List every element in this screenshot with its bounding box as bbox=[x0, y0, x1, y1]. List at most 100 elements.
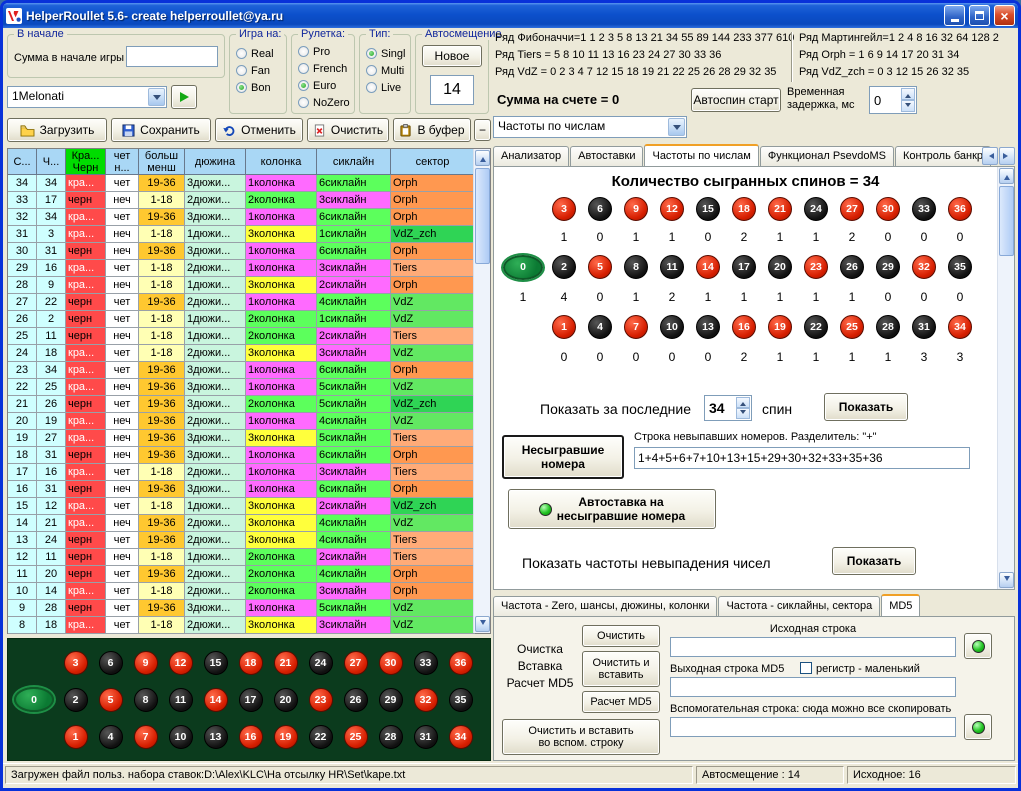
radio-singl[interactable]: Singl bbox=[366, 45, 405, 62]
number-chip-9[interactable]: 9 bbox=[134, 651, 158, 675]
number-chip-19[interactable]: 19 bbox=[274, 725, 298, 749]
column-header[interactable]: большменш bbox=[139, 149, 185, 175]
number-chip-30[interactable]: 30 bbox=[876, 197, 900, 221]
freq-scroll-down-button[interactable] bbox=[999, 572, 1014, 588]
radio-pro[interactable]: Pro bbox=[298, 43, 350, 60]
number-chip-25[interactable]: 25 bbox=[344, 725, 368, 749]
maximize-button[interactable] bbox=[969, 5, 990, 26]
table-row[interactable]: 1211черннеч1-181дюжи...2колонка2сиклайнT… bbox=[8, 549, 490, 566]
number-chip-15[interactable]: 15 bbox=[696, 197, 720, 221]
number-chip-6[interactable]: 6 bbox=[588, 197, 612, 221]
table-row[interactable]: 928чернчет19-363дюжи...1колонка5сиклайнV… bbox=[8, 600, 490, 617]
md5-out-input[interactable] bbox=[670, 677, 956, 697]
number-chip-12[interactable]: 12 bbox=[660, 197, 684, 221]
save-button[interactable]: Сохранить bbox=[111, 118, 211, 142]
tab-0[interactable]: Анализатор bbox=[493, 146, 569, 166]
number-chip-13[interactable]: 13 bbox=[696, 315, 720, 339]
number-chip-32[interactable]: 32 bbox=[414, 688, 438, 712]
number-chip-2[interactable]: 2 bbox=[64, 688, 88, 712]
close-button[interactable]: × bbox=[994, 5, 1015, 26]
md5-register-checkbox[interactable]: регистр - маленький bbox=[800, 662, 920, 675]
start-sum-input[interactable] bbox=[126, 46, 218, 67]
table-row[interactable]: 262чернчет1-181дюжи...2колонка1сиклайнVd… bbox=[8, 311, 490, 328]
table-row[interactable]: 2334кра...чет19-363дюжи...1колонка6сикла… bbox=[8, 362, 490, 379]
number-chip-11[interactable]: 11 bbox=[169, 688, 193, 712]
number-chip-27[interactable]: 27 bbox=[344, 651, 368, 675]
number-chip-35[interactable]: 35 bbox=[948, 255, 972, 279]
md5-source-led-button[interactable] bbox=[964, 633, 992, 659]
column-header[interactable]: колонка bbox=[246, 149, 317, 175]
freq-scroll-up-button[interactable] bbox=[999, 168, 1014, 184]
miss-freq-show-button[interactable]: Показать bbox=[832, 547, 916, 575]
number-chip-18[interactable]: 18 bbox=[239, 651, 263, 675]
number-chip-27[interactable]: 27 bbox=[840, 197, 864, 221]
number-chip-10[interactable]: 10 bbox=[660, 315, 684, 339]
radio-fan[interactable]: Fan bbox=[236, 62, 274, 79]
tab-1[interactable]: Частота - сиклайны, сектора bbox=[718, 596, 880, 616]
column-header[interactable]: дюжина bbox=[185, 149, 246, 175]
number-chip-8[interactable]: 8 bbox=[624, 255, 648, 279]
number-chip-23[interactable]: 23 bbox=[804, 255, 828, 279]
number-chip-33[interactable]: 33 bbox=[414, 651, 438, 675]
autospin-start-button[interactable]: Автоспин старт bbox=[691, 88, 781, 112]
md5-calc-button[interactable]: Расчет MD5 bbox=[582, 691, 660, 713]
radio-multi[interactable]: Multi bbox=[366, 62, 405, 79]
unplayed-numbers-button[interactable]: Несыгравшие номера bbox=[502, 435, 624, 479]
strategy-select[interactable]: 1Melonati bbox=[7, 86, 167, 108]
table-row[interactable]: 818кра...чет1-182дюжи...3колонка3сиклайн… bbox=[8, 617, 490, 634]
number-chip-33[interactable]: 33 bbox=[912, 197, 936, 221]
to-buffer-button[interactable]: В буфер bbox=[393, 118, 471, 142]
tab-scroll-left-button[interactable] bbox=[982, 147, 998, 165]
number-chip-1[interactable]: 1 bbox=[64, 725, 88, 749]
number-chip-29[interactable]: 29 bbox=[379, 688, 403, 712]
number-chip-22[interactable]: 22 bbox=[804, 315, 828, 339]
number-chip-24[interactable]: 24 bbox=[804, 197, 828, 221]
column-header[interactable]: Кра...Черн bbox=[66, 149, 106, 175]
number-chip-11[interactable]: 11 bbox=[660, 255, 684, 279]
number-chip-7[interactable]: 7 bbox=[624, 315, 648, 339]
dropdown-arrow-icon[interactable] bbox=[148, 88, 165, 106]
number-chip-17[interactable]: 17 bbox=[239, 688, 263, 712]
table-row[interactable]: 1716кра...чет1-182дюжи...1колонка3сиклай… bbox=[8, 464, 490, 481]
number-chip-34[interactable]: 34 bbox=[948, 315, 972, 339]
table-row[interactable]: 2722чернчет19-362дюжи...1колонка4сиклайн… bbox=[8, 294, 490, 311]
tab-1[interactable]: Автоставки bbox=[570, 146, 643, 166]
tab-4[interactable]: Контроль банкр bbox=[895, 146, 991, 166]
number-chip-0[interactable]: 0 bbox=[503, 255, 543, 280]
number-chip-21[interactable]: 21 bbox=[274, 651, 298, 675]
number-chip-14[interactable]: 14 bbox=[204, 688, 228, 712]
number-chip-8[interactable]: 8 bbox=[134, 688, 158, 712]
radio-live[interactable]: Live bbox=[366, 79, 405, 96]
table-row[interactable]: 3234кра...чет19-363дюжи...1колонка6сикла… bbox=[8, 209, 490, 226]
number-chip-1[interactable]: 1 bbox=[552, 315, 576, 339]
clear-button[interactable]: Очистить bbox=[307, 118, 389, 142]
number-chip-7[interactable]: 7 bbox=[134, 725, 158, 749]
md5-source-input[interactable] bbox=[670, 637, 956, 657]
delay-down-button[interactable] bbox=[901, 100, 915, 112]
tab-3[interactable]: Функционал PsevdoMS bbox=[760, 146, 894, 166]
titlebar[interactable]: HelperRoullet 5.6- create helperroullet@… bbox=[3, 3, 1018, 28]
number-chip-29[interactable]: 29 bbox=[876, 255, 900, 279]
column-header[interactable]: Ч... bbox=[37, 149, 66, 175]
freq-scroll-thumb[interactable] bbox=[999, 186, 1014, 256]
number-chip-10[interactable]: 10 bbox=[169, 725, 193, 749]
number-chip-14[interactable]: 14 bbox=[696, 255, 720, 279]
table-row[interactable]: 3317черннеч1-182дюжи...2колонка3сиклайнO… bbox=[8, 192, 490, 209]
table-scrollbar[interactable] bbox=[473, 149, 490, 633]
checkbox-icon[interactable] bbox=[800, 662, 812, 674]
table-row[interactable]: 1324чернчет19-362дюжи...3колонка4сиклайн… bbox=[8, 532, 490, 549]
radio-french[interactable]: French bbox=[298, 60, 350, 77]
tab-scroll-right-button[interactable] bbox=[999, 147, 1015, 165]
number-chip-6[interactable]: 6 bbox=[99, 651, 123, 675]
table-row[interactable]: 2511черннеч1-181дюжи...2колонка2сиклайнT… bbox=[8, 328, 490, 345]
column-header[interactable]: сектор bbox=[391, 149, 475, 175]
number-chip-19[interactable]: 19 bbox=[768, 315, 792, 339]
table-row[interactable]: 1631черннеч19-363дюжи...1колонка6сиклайн… bbox=[8, 481, 490, 498]
show-last-up-button[interactable] bbox=[736, 397, 750, 408]
table-row[interactable]: 313кра...неч1-181дюжи...3колонка1сиклайн… bbox=[8, 226, 490, 243]
number-chip-5[interactable]: 5 bbox=[99, 688, 123, 712]
table-row[interactable]: 1120чернчет19-362дюжи...2колонка4сиклайн… bbox=[8, 566, 490, 583]
table-row[interactable]: 3434кра...чет19-363дюжи...1колонка6сикла… bbox=[8, 175, 490, 192]
number-chip-3[interactable]: 3 bbox=[552, 197, 576, 221]
mode-select[interactable]: Частоты по числам bbox=[493, 116, 687, 138]
